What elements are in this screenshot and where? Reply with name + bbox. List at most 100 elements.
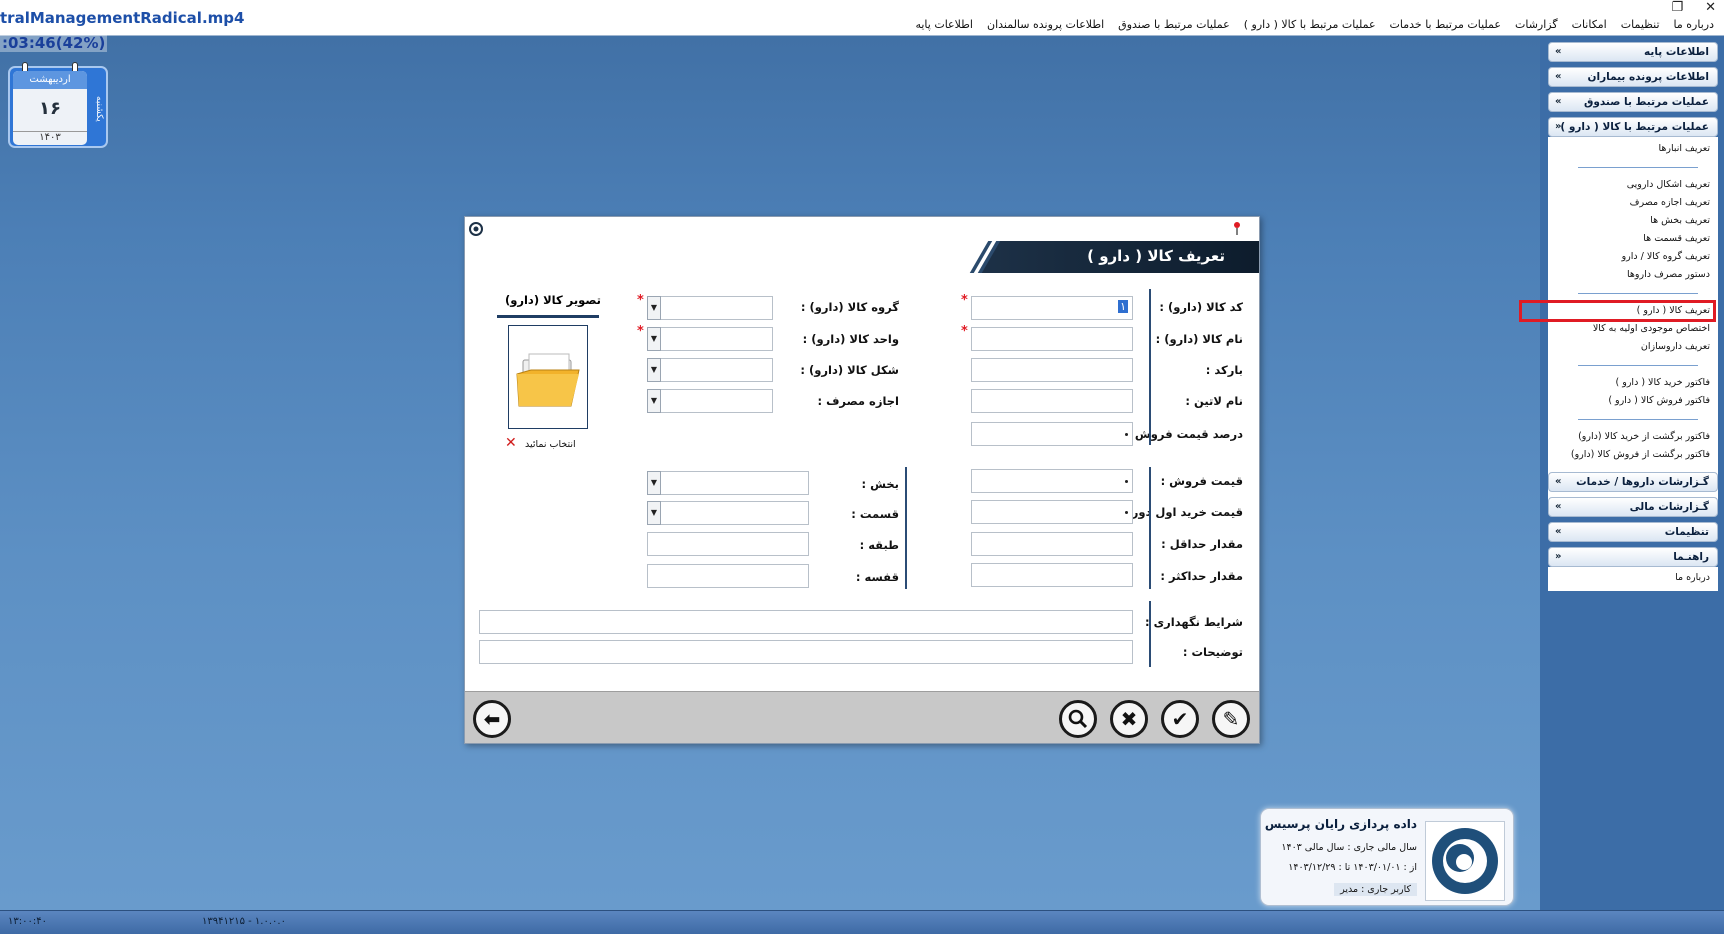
section-field[interactable] [647, 501, 809, 525]
chevron-down-icon[interactable]: ▼ [647, 501, 661, 525]
latin-name-field[interactable] [971, 389, 1133, 413]
product-code-label: کد کالا (دارو) : [1159, 300, 1243, 314]
main-menu: اطلاعات پایه اطلاعات پرونده سالمندان عمل… [915, 18, 1714, 31]
back-button[interactable]: ⬅ [473, 700, 511, 738]
chevron-down-icon[interactable]: ▼ [647, 296, 661, 320]
search-button[interactable] [1059, 700, 1097, 738]
restore-icon[interactable]: ❐ [1671, 0, 1683, 15]
sidebar-item-sales-return[interactable]: فاکتور برگشت از فروش کالا (دارو) [1571, 449, 1710, 460]
menu-item-about[interactable]: درباره ما [1674, 18, 1714, 31]
menu-item-cashbox[interactable]: عملیات مرتبط با صندوق [1118, 18, 1230, 31]
chevron-down-icon[interactable]: ▼ [647, 358, 661, 382]
product-unit-label: واحد کالا (دارو) : [802, 332, 899, 346]
pencil-icon: ✎ [1222, 707, 1240, 731]
dialog-title: تعریف کالا ( دارو ) [1087, 247, 1225, 265]
barcode-field[interactable] [971, 358, 1133, 382]
video-timer: :03:46(42%) [0, 34, 108, 52]
section-label: قسمت : [851, 507, 899, 521]
sidebar-item-warehouses[interactable]: تعریف انبارها [1658, 143, 1710, 154]
chevron-down-icon[interactable]: ▼ [647, 471, 661, 495]
shelf-field[interactable] [647, 564, 809, 588]
floor-field[interactable] [647, 532, 809, 556]
chevron-down-icon: » [1555, 71, 1562, 82]
product-code-field[interactable]: ۱ [971, 296, 1133, 320]
chevron-down-icon[interactable]: ▼ [647, 389, 661, 413]
calendar-month: اردیبهشت [13, 71, 87, 89]
sidebar-item-pharmacists[interactable]: تعریف داروسازان [1641, 341, 1710, 352]
opening-purchase-price-label: قیمت خرید اول دوره : [1116, 505, 1243, 519]
sidebar-item-drug-forms[interactable]: تعریف اشکال دارویی [1627, 179, 1710, 190]
menu-item-drug-operations[interactable]: عملیات مرتبط با کالا ( دارو ) [1244, 18, 1376, 31]
edit-button[interactable]: ✎ [1212, 700, 1250, 738]
dialog-footer: ⬅ ✖ ✔ ✎ [465, 691, 1259, 743]
menu-item-basic-info[interactable]: اطلاعات پایه [915, 18, 973, 31]
sale-price-field[interactable] [971, 469, 1133, 493]
product-name-field[interactable] [971, 327, 1133, 351]
pin-icon[interactable] [1231, 220, 1243, 236]
folder-icon [516, 353, 580, 407]
sidebar-item-initial-stock[interactable]: اختصاص موجودی اولیه به کالا [1593, 323, 1710, 334]
sidebar-item-departments[interactable]: تعریف بخش ها [1650, 215, 1710, 226]
chevron-down-icon: » [1555, 96, 1562, 107]
sidebar-header-drug-service-reports[interactable]: » گـزارشات داروها / خدمات [1548, 472, 1718, 492]
chevron-down-icon: » [1555, 476, 1562, 487]
dialog-titlebar [465, 217, 1259, 241]
usage-permission-field[interactable] [647, 389, 773, 413]
menu-item-reports[interactable]: گزارشات [1515, 18, 1558, 31]
max-quantity-field[interactable] [971, 563, 1133, 587]
sidebar-header-patient-records[interactable]: » اطلاعات پرونده بیماران [1548, 67, 1718, 87]
sidebar-header-drug-operations[interactable]: « عملیات مرتبط با کالا ( دارو ) [1548, 117, 1718, 137]
sidebar-item-sales-invoice[interactable]: فاکتور فروش کالا ( دارو ) [1608, 395, 1710, 406]
sidebar-header-cashbox[interactable]: » عملیات مرتبط با صندوق [1548, 92, 1718, 112]
required-star: * [961, 293, 968, 308]
sidebar-item-sections[interactable]: تعریف قسمت ها [1643, 233, 1710, 244]
description-field[interactable] [479, 640, 1133, 664]
status-time: ۱۳:۰۰:۴۰ [8, 916, 47, 927]
confirm-button[interactable]: ✔ [1161, 700, 1199, 738]
min-quantity-field[interactable] [971, 532, 1133, 556]
close-icon: ✖ [1120, 707, 1138, 731]
arrow-left-icon: ⬅ [483, 707, 501, 731]
close-icon[interactable]: ✕ [1705, 0, 1716, 15]
product-form-label: شکل کالا (دارو) : [800, 363, 899, 377]
sidebar-item-about[interactable]: درباره ما [1675, 572, 1710, 583]
sidebar-item-product-groups[interactable]: تعریف گروه کالا / دارو [1622, 251, 1710, 262]
product-image-label: تصویر کالا (دارو) [504, 293, 602, 307]
menu-item-elderly-records[interactable]: اطلاعات پرونده سالمندان [987, 18, 1104, 31]
sidebar-item-dosage-instructions[interactable]: دستور مصرف داروها [1627, 269, 1710, 280]
company-logo-icon [1432, 828, 1498, 894]
product-form-field[interactable] [647, 358, 773, 382]
product-unit-field[interactable] [647, 327, 773, 351]
window-controls: ❐ ✕ [1671, 0, 1716, 15]
divider [1149, 289, 1151, 445]
sidebar-header-basic-info[interactable]: » اطلاعات پایه [1548, 42, 1718, 62]
clear-image-icon[interactable]: ✕ [505, 435, 517, 451]
sidebar-item-usage-permission[interactable]: تعریف اجازه مصرف [1630, 197, 1710, 208]
select-image-link[interactable]: انتخاب نمائید [525, 439, 576, 450]
cancel-button[interactable]: ✖ [1110, 700, 1148, 738]
department-label: بخش : [861, 477, 899, 491]
sidebar-header-settings[interactable]: » تنظیمات [1548, 522, 1718, 542]
menu-bar: tralManagementRadical.mp4 ❐ ✕ اطلاعات پا… [0, 0, 1724, 36]
storage-conditions-field[interactable] [479, 610, 1133, 634]
menu-item-tools[interactable]: امکانات [1572, 18, 1607, 31]
sidebar-header-help[interactable]: « راهنـما [1548, 547, 1718, 567]
product-group-field[interactable] [647, 296, 773, 320]
chevron-down-icon: » [1555, 526, 1562, 537]
sidebar-item-purchase-invoice[interactable]: فاکتور خرید کالا ( دارو ) [1616, 377, 1710, 388]
video-title: tralManagementRadical.mp4 [0, 9, 245, 27]
menu-item-settings[interactable]: تنظیمات [1621, 18, 1660, 31]
sidebar-header-financial-reports[interactable]: » گـزارشات مالی [1548, 497, 1718, 517]
menu-item-services[interactable]: عملیات مرتبط با خدمات [1390, 18, 1501, 31]
sale-price-percent-field[interactable] [971, 422, 1133, 446]
department-field[interactable] [647, 471, 809, 495]
app-logo-icon [469, 222, 483, 236]
search-icon [1068, 709, 1088, 729]
sidebar-item-purchase-return[interactable]: فاکتور برگشت از خرید کالا (دارو) [1578, 431, 1710, 442]
calendar-weekday: یکشنبه [94, 96, 104, 122]
product-image-box[interactable] [508, 325, 588, 429]
opening-purchase-price-field[interactable] [971, 500, 1133, 524]
separator [1578, 167, 1698, 168]
chevron-down-icon[interactable]: ▼ [647, 327, 661, 351]
product-code-value: ۱ [1118, 300, 1128, 313]
